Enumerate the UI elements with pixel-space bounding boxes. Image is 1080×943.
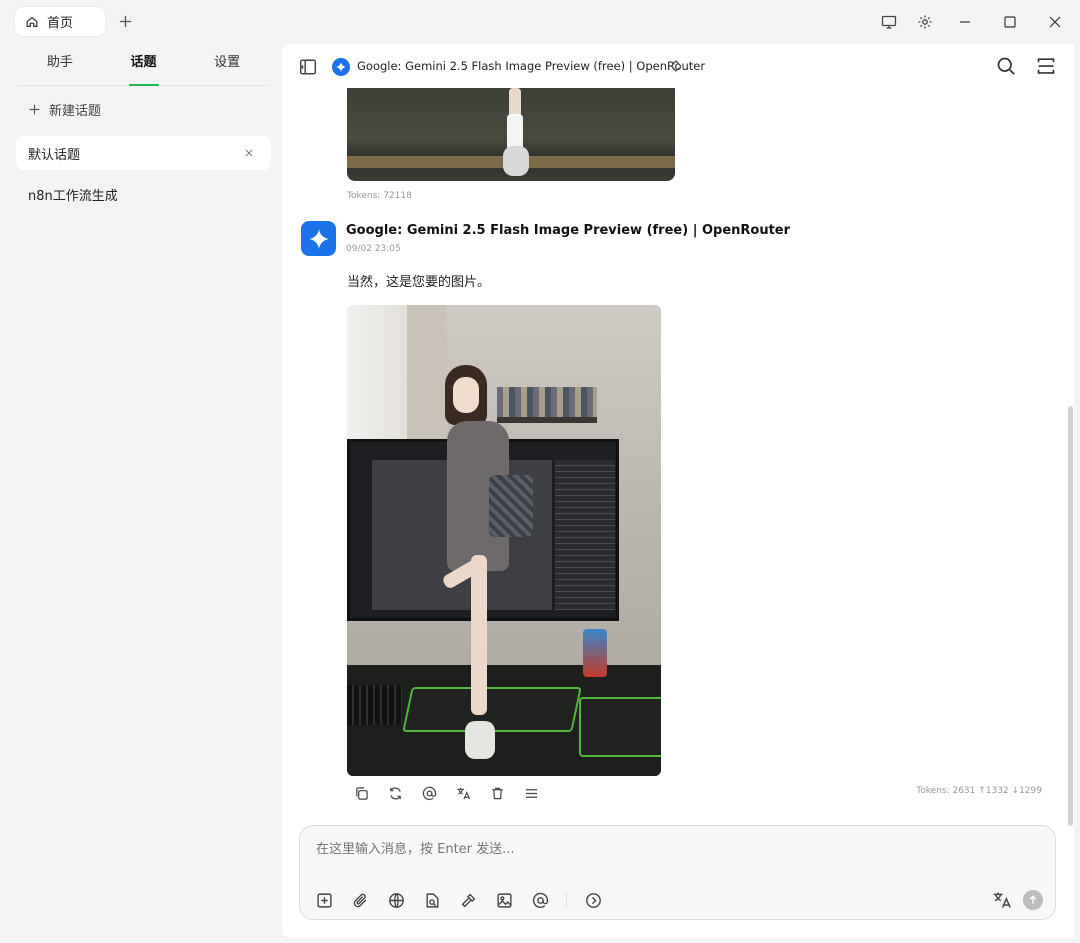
message-model-name: Google: Gemini 2.5 Flash Image Preview (… (346, 223, 791, 238)
translate-icon[interactable] (454, 784, 472, 802)
home-icon (26, 16, 38, 27)
maximize-icon[interactable] (999, 11, 1021, 33)
delete-icon[interactable] (488, 784, 506, 802)
chat-panel: Tokens: 72118 Google: Gemini 2.5 Flash I… (282, 44, 1074, 938)
token-count: Tokens: 2631 ↑1332 ↓1299 (916, 786, 1042, 796)
topic-item-default[interactable]: 默认话题 (16, 136, 271, 170)
message-actions (352, 784, 540, 802)
tab-assistant[interactable]: 助手 (18, 44, 102, 85)
image-icon[interactable] (494, 890, 514, 910)
minimize-icon[interactable] (954, 11, 976, 33)
message-input[interactable] (316, 842, 1016, 857)
tab-settings[interactable]: 设置 (185, 44, 269, 85)
topic-label: n8n工作流生成 (28, 188, 118, 204)
gemini-icon (307, 227, 330, 250)
arrow-up-icon (1029, 895, 1037, 904)
title-bar: 首页 (0, 0, 1080, 44)
previous-generated-image[interactable] (347, 88, 675, 181)
translate-icon[interactable] (992, 890, 1012, 910)
sidebar-toggle-icon[interactable] (299, 58, 317, 76)
topic-item-n8n[interactable]: n8n工作流生成 (16, 177, 271, 211)
expand-icon[interactable] (1036, 56, 1056, 76)
sidebar: 助手 话题 设置 新建话题 默认话题 n8n工作流生成 (0, 44, 282, 943)
more-icon[interactable] (583, 890, 603, 910)
new-topic-label: 新建话题 (49, 104, 102, 119)
model-selector[interactable]: Google: Gemini 2.5 Flash Image Preview (… (357, 59, 705, 73)
mention-icon[interactable] (530, 890, 550, 910)
message-text: 当然，这是您要的图片。 (347, 275, 491, 290)
plus-icon[interactable] (114, 10, 136, 32)
token-count: Tokens: 72118 (347, 191, 412, 201)
new-topic-button[interactable]: 新建话题 (28, 100, 101, 119)
input-toolbar (314, 890, 603, 910)
chevron-updown-icon[interactable] (670, 58, 682, 74)
new-topic-icon[interactable] (314, 890, 334, 910)
tab-home-label: 首页 (47, 16, 74, 31)
menu-icon[interactable] (522, 784, 540, 802)
tab-home[interactable]: 首页 (15, 7, 105, 36)
search-icon[interactable] (996, 56, 1016, 76)
sidebar-tabs: 助手 话题 设置 (18, 44, 269, 86)
plus-icon (29, 104, 40, 115)
close-icon[interactable] (241, 145, 257, 161)
scrollbar[interactable] (1068, 406, 1073, 826)
chat-header: Google: Gemini 2.5 Flash Image Preview (… (282, 44, 1074, 88)
knowledge-icon[interactable] (422, 890, 442, 910)
web-search-icon[interactable] (386, 890, 406, 910)
monitor-icon[interactable] (878, 11, 900, 33)
attachment-icon[interactable] (350, 890, 370, 910)
model-avatar (301, 221, 336, 256)
toolbar-divider (566, 892, 567, 908)
regenerate-icon[interactable] (386, 784, 404, 802)
gemini-icon (332, 58, 350, 76)
gear-icon[interactable] (914, 11, 936, 33)
close-icon[interactable] (1044, 11, 1066, 33)
copy-icon[interactable] (352, 784, 370, 802)
generated-image[interactable] (347, 305, 661, 776)
mention-icon[interactable] (420, 784, 438, 802)
topic-label: 默认话题 (28, 147, 81, 163)
message-input-box (299, 825, 1056, 920)
tab-topics[interactable]: 话题 (102, 44, 186, 85)
tools-icon[interactable] (458, 890, 478, 910)
message-timestamp: 09/02 23:05 (346, 244, 401, 254)
send-button[interactable] (1023, 890, 1043, 910)
